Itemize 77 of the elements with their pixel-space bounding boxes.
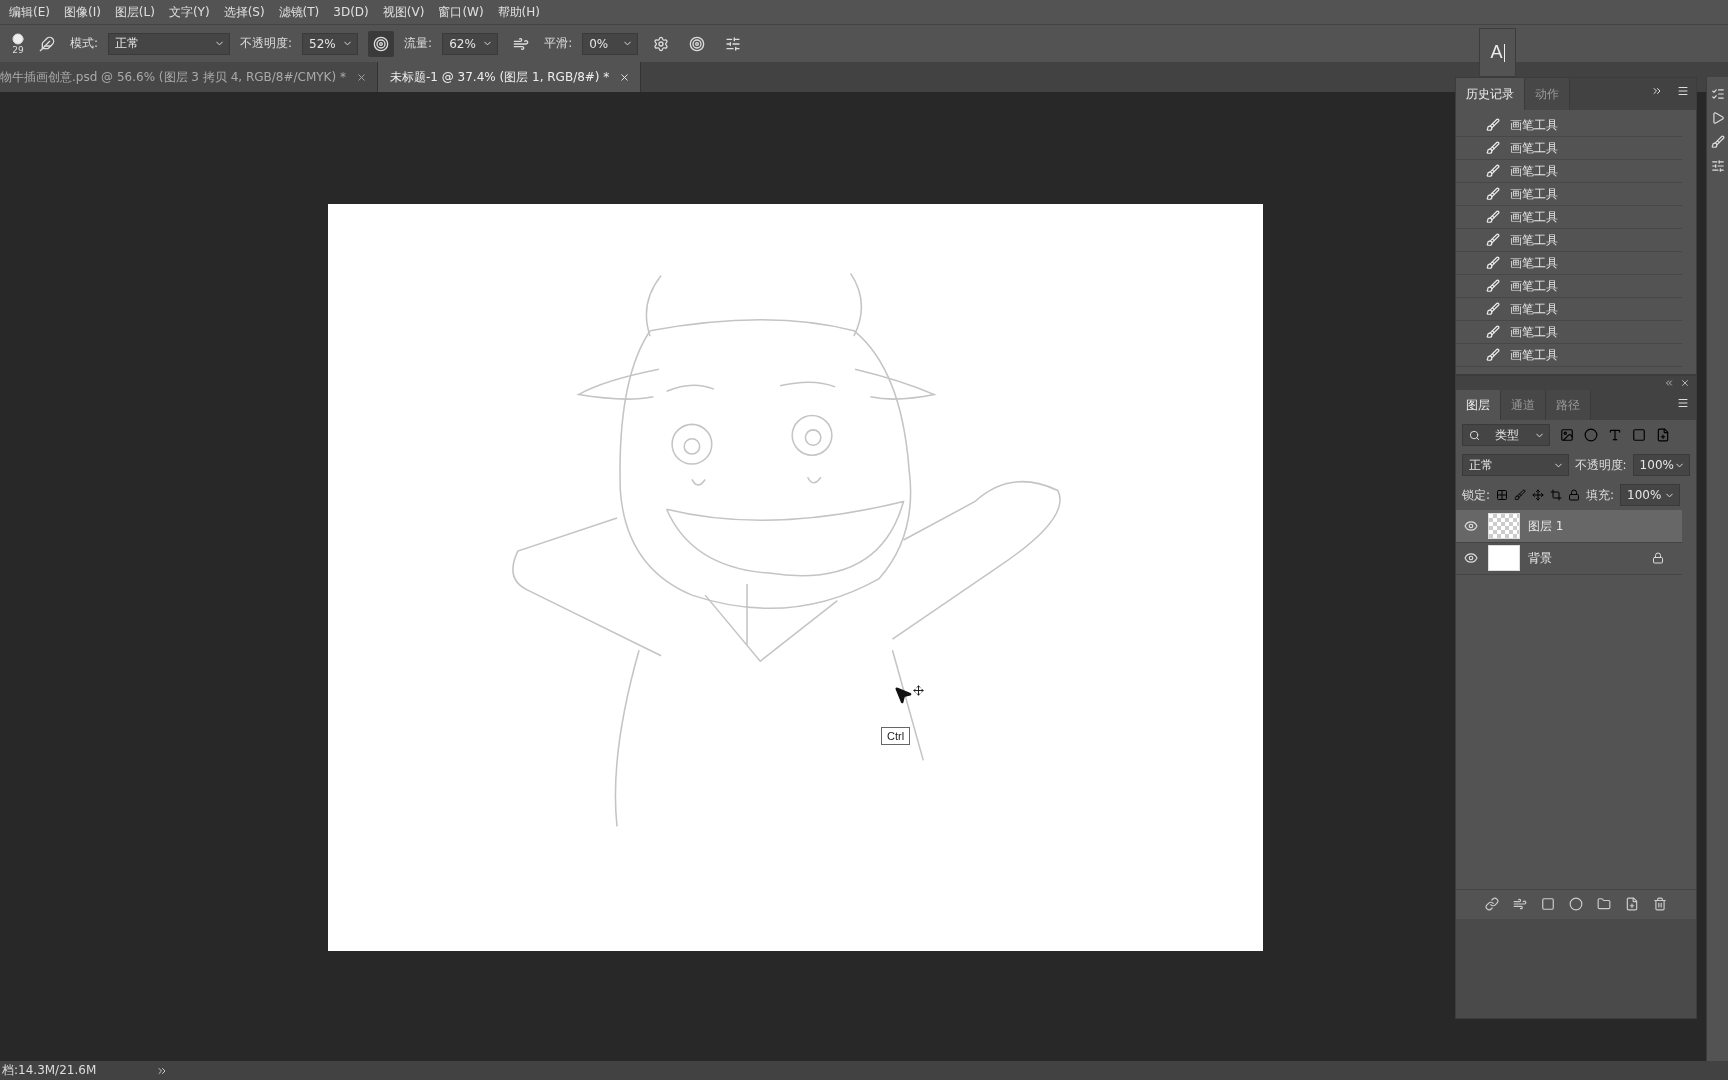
smoothing-field[interactable]: 0%: [582, 32, 639, 55]
menu-item[interactable]: 帮助(H): [490, 3, 547, 21]
move-cursor-icon: [893, 685, 924, 705]
image-icon[interactable]: [1560, 428, 1574, 443]
eye-icon[interactable]: [1464, 551, 1480, 566]
menu-item[interactable]: 3D(D): [326, 5, 376, 19]
menu-item[interactable]: 滤镜(T): [271, 3, 327, 21]
shape-icon[interactable]: [1632, 428, 1646, 443]
mode-dropdown[interactable]: 正常: [108, 32, 231, 55]
brush-icon: [1486, 210, 1500, 224]
brush-icon: [1486, 279, 1500, 293]
panel-tab[interactable]: 路径: [1546, 390, 1591, 421]
opacity-label: 不透明度:: [1574, 456, 1627, 474]
close-icon[interactable]: [355, 71, 367, 83]
brush-tip-icon[interactable]: [12, 32, 24, 45]
mode-label: 模式:: [70, 35, 99, 52]
type-icon[interactable]: [1608, 428, 1622, 443]
lock-icon[interactable]: [1568, 489, 1581, 502]
close-icon[interactable]: [619, 71, 631, 83]
blend-mode-dropdown[interactable]: 正常: [1462, 454, 1569, 477]
opacity-field[interactable]: 52%: [302, 32, 359, 55]
brush-icon: [1486, 302, 1500, 316]
document-tab[interactable]: 未标题-1 @ 37.4% (图层 1, RGB/8#) *: [377, 62, 642, 92]
lock-pixels-icon[interactable]: [1496, 489, 1509, 502]
fill-label: 填充:: [1586, 486, 1615, 504]
layer-name: 背景: [1528, 549, 1552, 567]
menu-item[interactable]: 视图(V): [375, 3, 432, 21]
menu-item[interactable]: 文字(Y): [161, 3, 217, 21]
layer-name: 图层 1: [1528, 517, 1564, 535]
brush-icon[interactable]: [1514, 489, 1527, 502]
layer-row[interactable]: 图层 1: [1456, 510, 1682, 543]
menu-item[interactable]: 图像(I): [56, 3, 108, 21]
close-icon[interactable]: [1680, 378, 1690, 388]
link-icon[interactable]: [1485, 897, 1499, 912]
panel-tab[interactable]: 图层: [1456, 390, 1501, 421]
brush-icon: [1486, 233, 1500, 247]
panel-tab[interactable]: 通道: [1501, 390, 1546, 421]
collapse-icon[interactable]: [1664, 378, 1674, 388]
play-icon[interactable]: [1710, 111, 1725, 125]
panel-tab[interactable]: 历史记录: [1456, 78, 1525, 110]
layer-row[interactable]: 背景: [1456, 542, 1682, 576]
document-size: 档:14.3M/21.6M: [2, 1062, 97, 1079]
brush-icon: [1486, 256, 1500, 270]
tooltip: Ctrl: [881, 727, 911, 745]
search-icon[interactable]: [1469, 429, 1480, 441]
opacity-label: 不透明度:: [240, 35, 293, 52]
smoothing-label: 平滑:: [544, 35, 573, 52]
character-panel-button[interactable]: A: [1479, 28, 1516, 77]
panel-tab[interactable]: 动作: [1525, 78, 1570, 110]
crop-icon[interactable]: [1550, 489, 1563, 502]
text-cursor-icon: [1503, 43, 1505, 62]
brush-icon: [1486, 164, 1500, 178]
document-tab[interactable]: 物牛插画创意.psd @ 56.6% (图层 3 拷贝 4, RGB/8#/CMYK) *: [0, 62, 378, 92]
sliders-icon[interactable]: [1710, 159, 1725, 173]
flow-field[interactable]: 62%: [442, 32, 499, 55]
brush-icon: [1486, 348, 1500, 362]
menu-item[interactable]: 窗口(W): [431, 3, 491, 21]
brush-preset-picker[interactable]: 29: [12, 32, 24, 55]
new-layer-icon[interactable]: [1625, 897, 1639, 912]
smart-object-icon[interactable]: [1656, 428, 1670, 443]
menu-item[interactable]: 选择(S): [216, 3, 272, 21]
brush-icon: [1486, 118, 1500, 132]
layer-filter-dropdown[interactable]: 类型: [1462, 424, 1550, 447]
lock-label: 锁定:: [1462, 486, 1491, 504]
folder-icon[interactable]: [1597, 897, 1611, 912]
menu-item[interactable]: 图层(L): [107, 3, 162, 21]
eye-icon[interactable]: [1464, 519, 1480, 534]
layer-opacity-field[interactable]: 100%: [1632, 454, 1690, 477]
brush-icon[interactable]: [1710, 135, 1725, 149]
brush-icon: [1486, 141, 1500, 155]
brush-icon: [1486, 187, 1500, 201]
fill-field[interactable]: 100%: [1620, 484, 1681, 507]
menu-item[interactable]: 编辑(E): [2, 3, 57, 21]
brush-icon: [1486, 325, 1500, 339]
move-icon[interactable]: [1532, 489, 1545, 502]
trash-icon[interactable]: [1653, 897, 1667, 912]
flow-label: 流量:: [404, 35, 433, 52]
